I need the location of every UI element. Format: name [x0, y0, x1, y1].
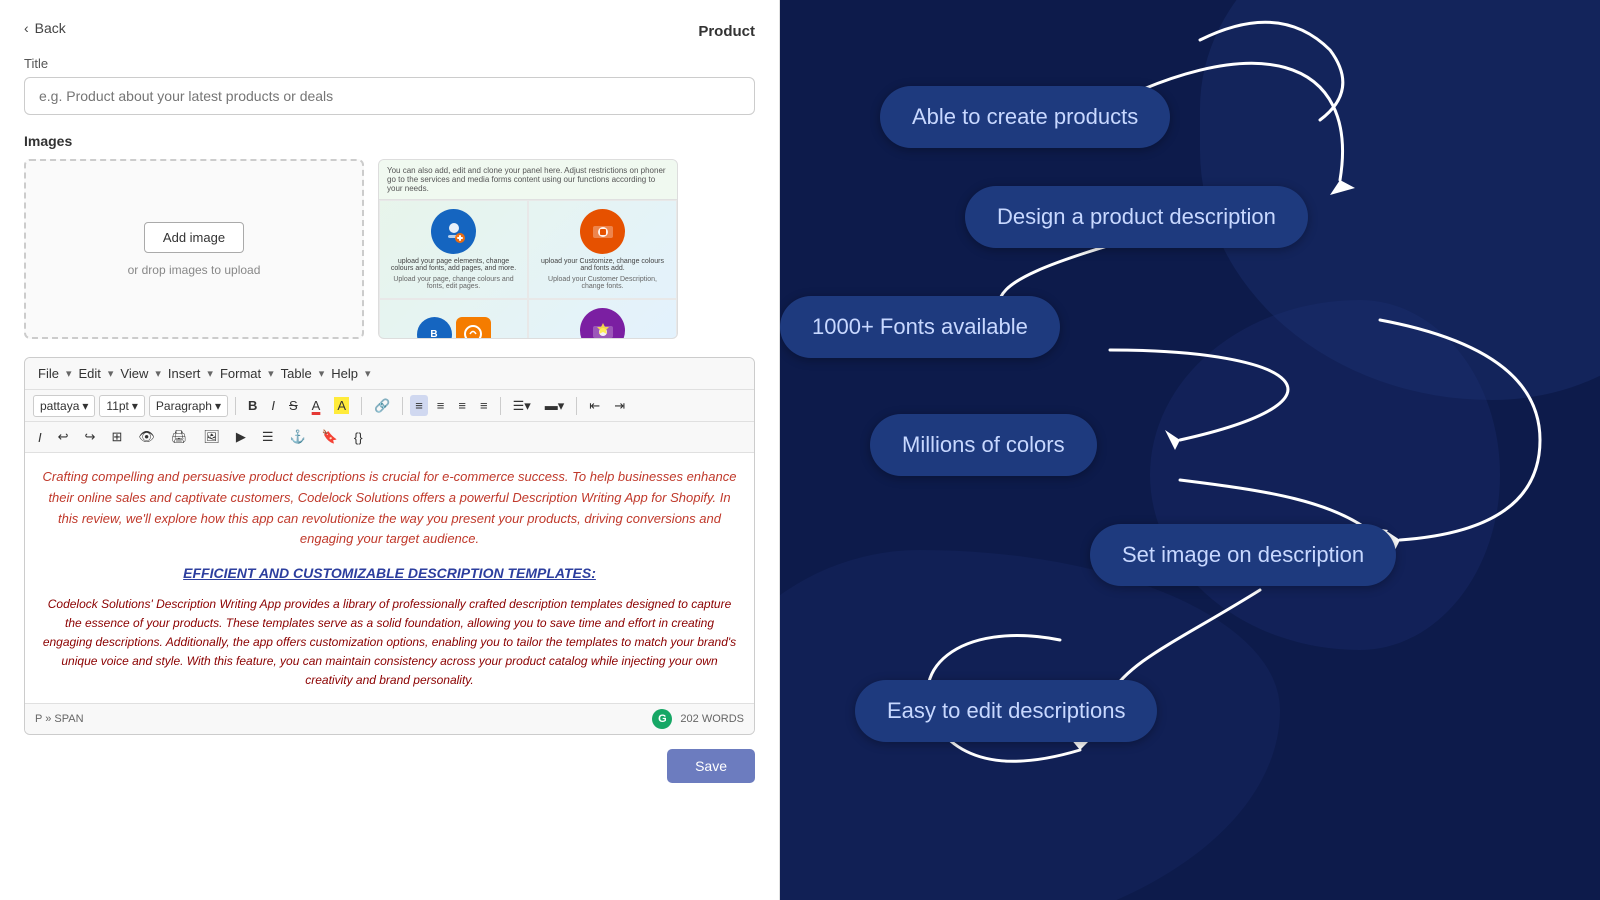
title-field-label: Title [24, 56, 755, 71]
title-input[interactable] [24, 77, 755, 115]
font-color-button[interactable]: A [307, 395, 326, 416]
print-button[interactable]: 🖨 [166, 426, 193, 448]
feature-pill-colors: Millions of colors [870, 414, 1097, 476]
ordered-list-button[interactable]: ☰▾ [508, 395, 536, 417]
editor-content[interactable]: Crafting compelling and persuasive produ… [25, 453, 754, 703]
bg-blob-3 [1150, 300, 1500, 650]
image-upload-box[interactable]: Add image or drop images to upload [24, 159, 364, 339]
toolbar-formatting-row: pattaya ▾ 11pt ▾ Paragraph ▾ B I S A A 🔗 [25, 390, 754, 422]
bold-button[interactable]: B [243, 395, 262, 416]
strikethrough-button[interactable]: S [284, 395, 303, 416]
editor-wrapper: File ▾ Edit ▾ View ▾ Insert ▾ Format ▾ T… [24, 357, 755, 735]
menu-view[interactable]: View [115, 363, 153, 384]
toolbar-sep-2 [361, 397, 362, 415]
align-justify-button[interactable]: ≡ [453, 395, 471, 416]
feature-pill-edit-descriptions: Easy to edit descriptions [855, 680, 1157, 742]
bookmark-button[interactable]: 🔖 [317, 426, 343, 448]
images-label: Images [24, 133, 755, 149]
editor-status-bar: P » SPAN G 202 WORDS [25, 703, 754, 734]
font-family-dropdown[interactable]: pattaya ▾ [33, 395, 95, 417]
back-label[interactable]: Back [35, 20, 66, 36]
feature-pill-fonts: 1000+ Fonts available [780, 296, 1060, 358]
images-row: Add image or drop images to upload You c… [24, 159, 755, 339]
redo-button[interactable]: ↪ [80, 426, 101, 448]
italic-button[interactable]: I [266, 395, 280, 416]
font-size-dropdown[interactable]: 11pt ▾ [99, 395, 145, 417]
toolbar-sep-5 [576, 397, 577, 415]
menu-edit[interactable]: Edit [73, 363, 105, 384]
product-label: Product [698, 23, 755, 40]
header-row: ‹ Back Product [24, 20, 755, 42]
toolbar-sep-3 [402, 397, 403, 415]
back-button[interactable]: ‹ Back [24, 20, 66, 36]
preview-cell-2: upload your Customize, change colours an… [528, 200, 677, 299]
toolbar-sep-4 [500, 397, 501, 415]
preview-cell-1: upload your page elements, change colour… [379, 200, 528, 299]
outdent-button[interactable]: ⇤ [584, 395, 605, 417]
grammarly-icon: G [652, 709, 672, 729]
menu-file[interactable]: File [33, 363, 64, 384]
menu-insert[interactable]: Insert [163, 363, 206, 384]
right-panel: Able to create products Design a product… [780, 0, 1600, 900]
paragraph-dropdown[interactable]: Paragraph ▾ [149, 395, 228, 417]
highlight-button[interactable]: A [329, 394, 354, 417]
align-right-button[interactable]: ≡ [475, 395, 493, 416]
toolbar-menu-row: File ▾ Edit ▾ View ▾ Insert ▾ Format ▾ T… [25, 358, 754, 390]
link-button[interactable]: 🔗 [369, 395, 395, 417]
word-count: 202 WORDS [680, 713, 744, 725]
menu-help[interactable]: Help [326, 363, 363, 384]
editor-body-paragraph: Codelock Solutions' Description Writing … [41, 595, 738, 691]
editor-intro-paragraph: Crafting compelling and persuasive produ… [41, 467, 738, 550]
preview-cell-3: B upload your Customize, change colours. [379, 299, 528, 339]
left-panel: ‹ Back Product Title Images Add image or… [0, 0, 780, 900]
menu-format[interactable]: Format [215, 363, 266, 384]
toolbar-extra-row: I ↩ ↪ ⊞ 👁 🖨 🖼 ▶ ☰ ⚓ 🔖 {} [25, 422, 754, 453]
drop-text: or drop images to upload [128, 263, 261, 277]
toolbar-sep-1 [235, 397, 236, 415]
feature-pill-set-image: Set image on description [1090, 524, 1396, 586]
image-button[interactable]: 🖼 [198, 426, 225, 448]
status-path: P » SPAN [35, 713, 84, 725]
feature-pill-create-products: Able to create products [880, 86, 1170, 148]
preview-cell-4: upload your Customize, add pages, and mo… [528, 299, 677, 339]
back-chevron-icon: ‹ [24, 20, 29, 36]
media-button[interactable]: ▶ [231, 426, 251, 448]
italic-btn-2[interactable]: I [33, 427, 47, 448]
table-button[interactable]: ⊞ [106, 426, 127, 448]
preview-top-bar: You can also add, edit and clone your pa… [379, 160, 677, 200]
undo-button[interactable]: ↩ [53, 426, 74, 448]
source-button[interactable]: {} [349, 427, 368, 448]
editor-heading: EFFICIENT AND CUSTOMIZABLE DESCRIPTION T… [41, 562, 738, 584]
preview-button[interactable]: 👁 [133, 426, 160, 448]
unordered-list-button[interactable]: ▬▾ [540, 395, 570, 417]
align-left-button[interactable]: ≡ [410, 395, 428, 416]
indent-button[interactable]: ⇥ [609, 395, 630, 417]
add-image-button[interactable]: Add image [144, 222, 244, 253]
feature-pill-design-description: Design a product description [965, 186, 1308, 248]
list-view-button[interactable]: ☰ [257, 426, 279, 448]
anchor-button[interactable]: ⚓ [285, 426, 311, 448]
image-preview: You can also add, edit and clone your pa… [378, 159, 678, 339]
align-center-button[interactable]: ≡ [432, 395, 450, 416]
menu-table[interactable]: Table [276, 363, 317, 384]
save-button[interactable]: Save [667, 749, 755, 783]
